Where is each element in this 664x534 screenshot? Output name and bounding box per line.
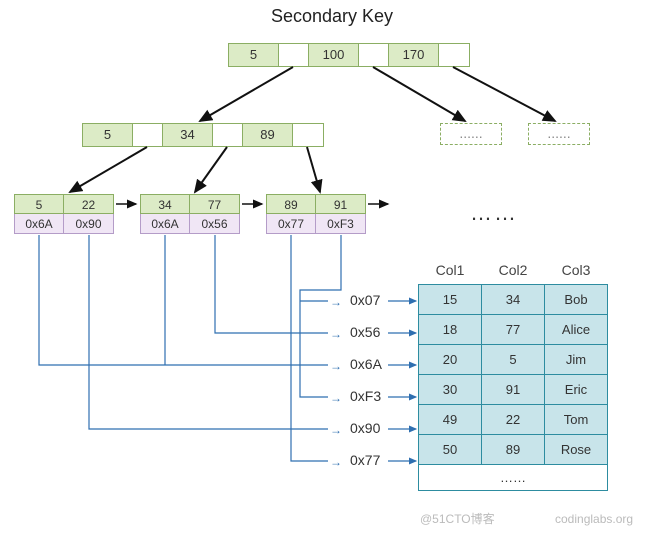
addr-label-3: 0xF3 [350,388,381,404]
table-row: 1534Bob [419,285,608,315]
cell: 22 [482,405,545,435]
table-more-row: …… [419,465,608,491]
watermark-left: @51CTO博客 [420,510,495,527]
cell: 15 [419,285,482,315]
l1-ptr-2 [293,124,323,146]
root-ptr-2 [439,44,469,66]
root-ptr-1 [359,44,389,66]
l1-key-0: 5 [83,124,133,146]
addr-arrow-3: → [330,391,342,405]
leaf-ellipsis: …… [470,200,518,226]
cell: 20 [419,345,482,375]
cell: 49 [419,405,482,435]
root-ptr-0 [279,44,309,66]
cell: 30 [419,375,482,405]
root-key-0: 5 [229,44,279,66]
cell: 89 [482,435,545,465]
cell: Tom [545,405,608,435]
cell: Rose [545,435,608,465]
leaf2-key1: 91 [316,194,366,214]
l1-ptr-0 [133,124,163,146]
leaf0-key1: 22 [64,194,114,214]
table-more-cell: …… [419,465,608,491]
cell: Alice [545,315,608,345]
addr-arrow-2: → [330,359,342,373]
table-row: 205Jim [419,345,608,375]
cell: 5 [482,345,545,375]
leaf2-addr0: 0x77 [266,214,316,234]
addr-arrow-1: → [330,327,342,341]
leaf1-key1: 77 [190,194,240,214]
leaf2-key0: 89 [266,194,316,214]
leaf1-key0: 34 [140,194,190,214]
btree-leaf-2: 89 91 0x77 0xF3 [266,194,366,234]
cell: 18 [419,315,482,345]
cell: 77 [482,315,545,345]
cell: Jim [545,345,608,375]
table-row: 3091Eric [419,375,608,405]
watermark-right: codinglabs.org [555,512,633,526]
col-header-3: Col3 [545,260,608,285]
leaf0-key0: 5 [14,194,64,214]
addr-arrow-5: → [330,455,342,469]
l1-key-2: 89 [243,124,293,146]
leaf1-addr0: 0x6A [140,214,190,234]
root-key-2: 170 [389,44,439,66]
addr-arrow-4: → [330,423,342,437]
btree-internal-node: 5 34 89 [82,123,324,147]
l1-ptr-1 [213,124,243,146]
leaf0-addr0: 0x6A [14,214,64,234]
cell: Bob [545,285,608,315]
table-header-row: Col1 Col2 Col3 [419,260,608,285]
btree-root-node: 5 100 170 [228,43,470,67]
addr-label-5: 0x77 [350,452,380,468]
diagram-title: Secondary Key [0,6,664,27]
leaf2-addr1: 0xF3 [316,214,366,234]
leaf0-addr1: 0x90 [64,214,114,234]
addr-label-1: 0x56 [350,324,380,340]
l1-key-1: 34 [163,124,213,146]
cell: 50 [419,435,482,465]
cell: 34 [482,285,545,315]
cell: 91 [482,375,545,405]
col-header-2: Col2 [482,260,545,285]
btree-leaf-0: 5 22 0x6A 0x90 [14,194,114,234]
phantom-node-2: ...... [528,123,590,145]
table-row: 4922Tom [419,405,608,435]
phantom-node-1: ...... [440,123,502,145]
table-row: 5089Rose [419,435,608,465]
root-key-1: 100 [309,44,359,66]
data-table-wrapper: Col1 Col2 Col3 1534Bob 1877Alice 205Jim … [418,260,608,491]
leaf1-addr1: 0x56 [190,214,240,234]
cell: Eric [545,375,608,405]
table-row: 1877Alice [419,315,608,345]
addr-label-4: 0x90 [350,420,380,436]
col-header-1: Col1 [419,260,482,285]
addr-arrow-0: → [330,295,342,309]
btree-leaf-1: 34 77 0x6A 0x56 [140,194,240,234]
addr-label-2: 0x6A [350,356,382,372]
data-table: Col1 Col2 Col3 1534Bob 1877Alice 205Jim … [418,260,608,491]
addr-label-0: 0x07 [350,292,380,308]
